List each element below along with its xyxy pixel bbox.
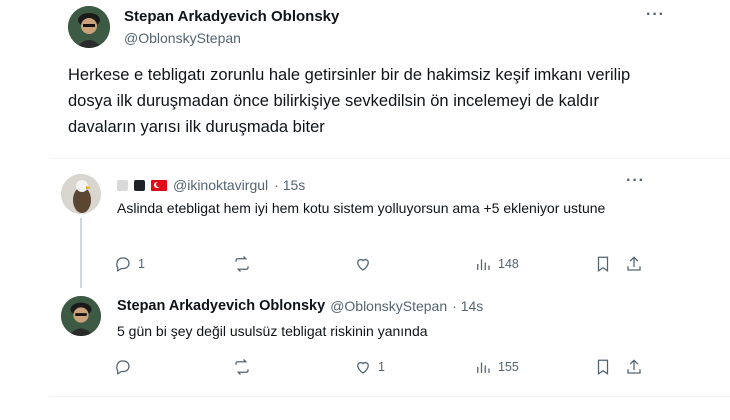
reply-text: 5 gün bi şey değil usulsüz tebligat risk… xyxy=(117,323,428,339)
reply-time[interactable]: · 15s xyxy=(274,177,305,193)
views-count: 148 xyxy=(498,257,519,271)
heart-icon xyxy=(357,361,369,374)
more-icon[interactable]: ··· xyxy=(646,6,665,24)
retweet-icon xyxy=(235,359,249,375)
retweet-button[interactable] xyxy=(233,255,257,273)
retweet-icon xyxy=(235,256,249,272)
more-icon[interactable]: ··· xyxy=(626,172,645,190)
badge-dark-icon xyxy=(134,179,145,191)
share-icon xyxy=(627,256,641,271)
reply-time[interactable]: · 14s xyxy=(452,298,483,314)
reply-button[interactable] xyxy=(114,358,138,376)
reply-text: Aslinda etebligat hem iyi hem kotu siste… xyxy=(117,200,606,216)
reply-icon xyxy=(116,360,130,375)
reply-icon xyxy=(116,257,130,272)
analytics-icon xyxy=(477,362,490,373)
reply-handle[interactable]: @ikinoktavirgul xyxy=(173,177,268,193)
reply-author-handle[interactable]: @OblonskyStepan xyxy=(330,298,447,314)
like-button[interactable]: 1 xyxy=(354,358,385,376)
share-button[interactable] xyxy=(625,255,643,273)
analytics-icon xyxy=(477,259,490,270)
bookmark-icon xyxy=(597,359,609,375)
bookmark-icon xyxy=(597,256,609,272)
badge-light-icon xyxy=(117,179,128,191)
views-button[interactable]: 155 xyxy=(474,358,519,376)
views-button[interactable]: 148 xyxy=(474,255,519,273)
like-count: 1 xyxy=(378,360,385,374)
divider xyxy=(50,158,730,159)
bookmark-button[interactable] xyxy=(594,255,612,273)
divider xyxy=(50,396,730,397)
thread-line xyxy=(80,218,82,288)
reply-header: @ikinoktavirgul · 15s xyxy=(117,177,305,193)
author-name[interactable]: Stepan Arkadyevich Oblonsky xyxy=(124,8,339,25)
reply-header: Stepan Arkadyevich Oblonsky @OblonskySte… xyxy=(117,298,483,314)
reply-count: 1 xyxy=(138,257,145,271)
views-count: 155 xyxy=(498,360,519,374)
turkey-flag-icon xyxy=(151,179,167,191)
reply-avatar[interactable] xyxy=(61,174,101,214)
heart-icon xyxy=(357,258,369,271)
reply-author-avatar[interactable] xyxy=(61,296,101,336)
reply-author-name[interactable]: Stepan Arkadyevich Oblonsky xyxy=(117,298,325,314)
share-button[interactable] xyxy=(625,358,643,376)
like-button[interactable] xyxy=(354,255,378,273)
bookmark-button[interactable] xyxy=(594,358,612,376)
retweet-button[interactable] xyxy=(233,358,257,376)
tweet-text: Herkese e tebligatı zorunlu hale getirsi… xyxy=(68,66,631,136)
author-avatar[interactable] xyxy=(68,6,110,48)
reply-button[interactable]: 1 xyxy=(114,255,145,273)
share-icon xyxy=(627,359,641,374)
author-handle[interactable]: @OblonskyStepan xyxy=(124,30,241,46)
